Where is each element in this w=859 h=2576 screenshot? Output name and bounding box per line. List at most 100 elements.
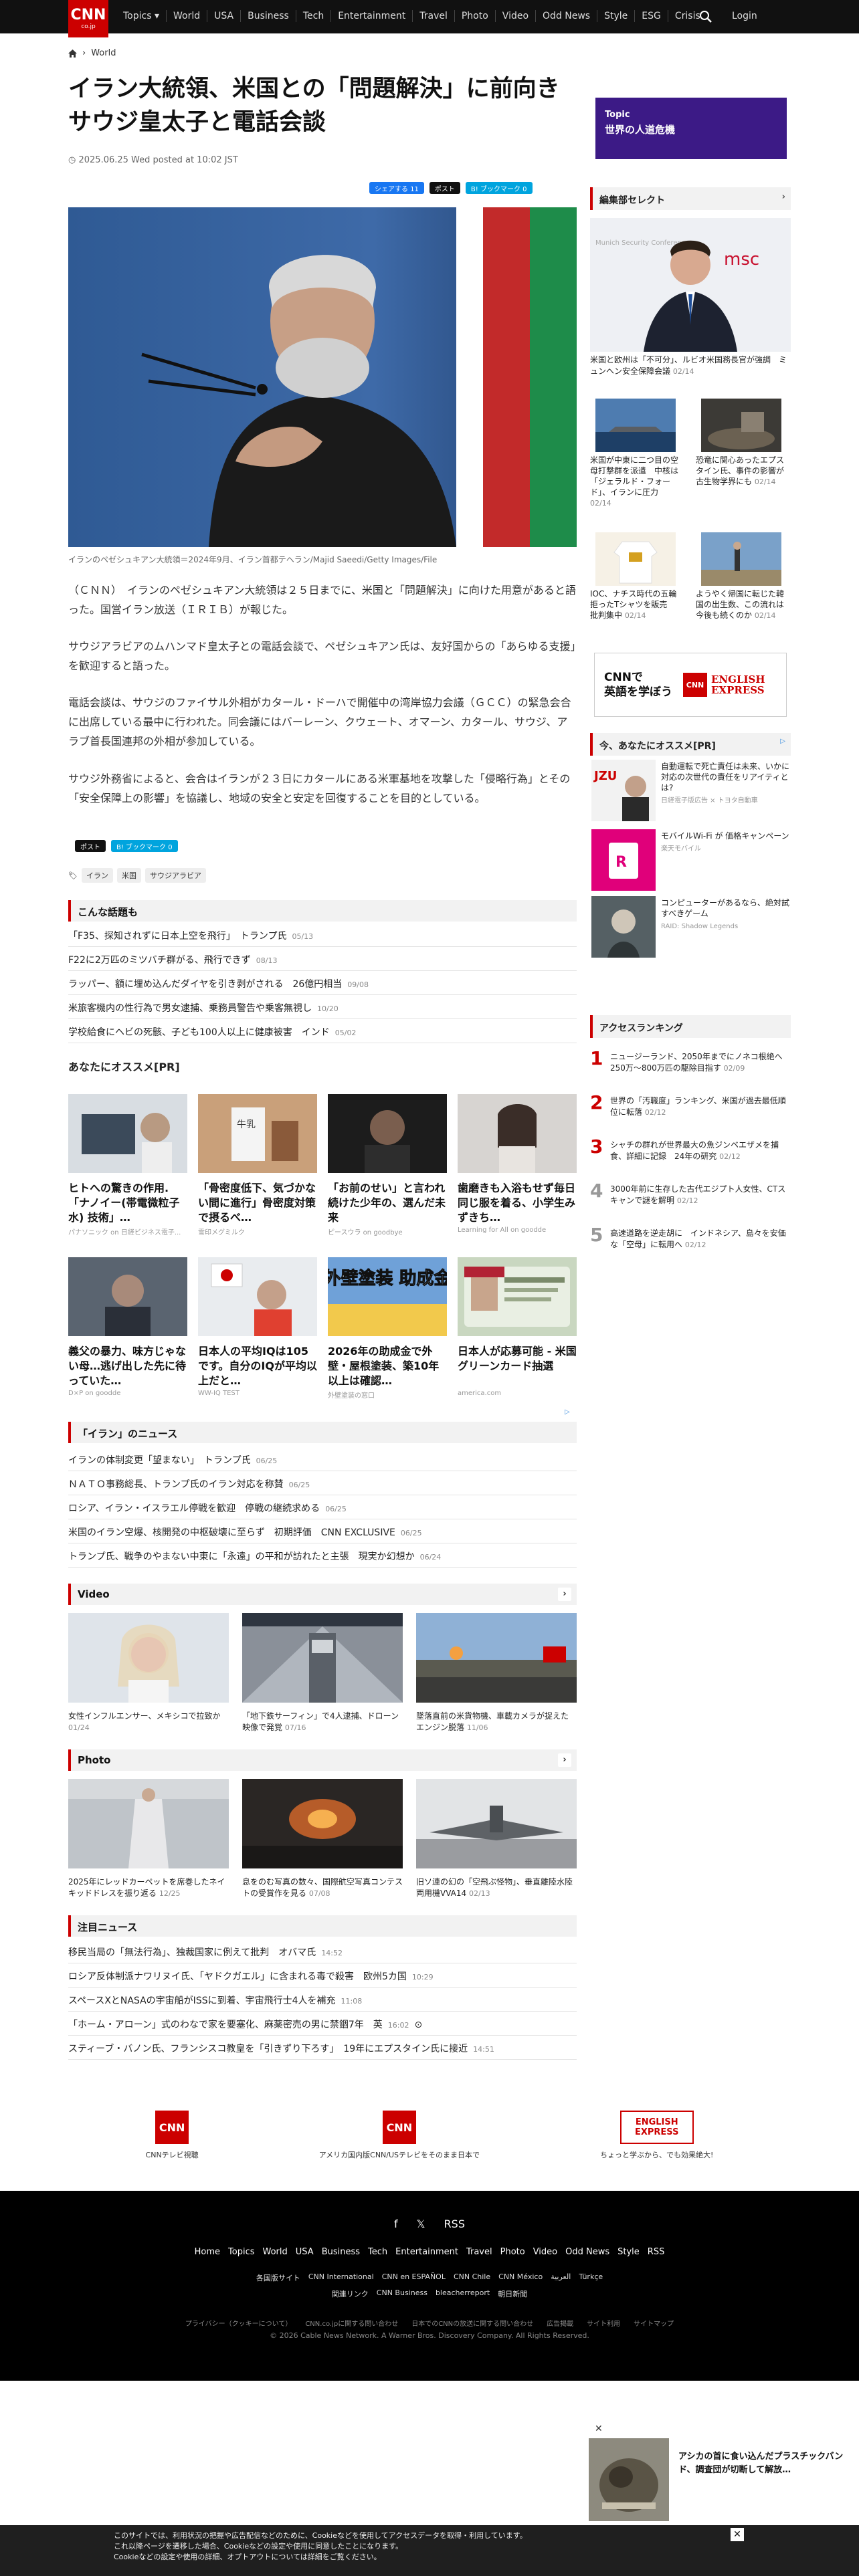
footer-link[interactable]: Entertainment [395, 2247, 458, 2257]
pr-card[interactable]: ヒトへの驚きの作用.「ナノイー(帯電微粒子水) 技術」… パナソニック on 日… [68, 1094, 187, 1237]
list-item[interactable]: トランプ氏、戦争のやまない中東に「永遠」の平和が訪れたと主張 現実か幻想か 06/… [68, 1543, 577, 1568]
pr-card-title[interactable]: ヒトへの驚きの作用.「ナノイー(帯電微粒子水) 技術」… [68, 1181, 187, 1225]
tag-item[interactable]: イラン [81, 868, 113, 883]
nav-link-entertainment[interactable]: Entertainment [331, 10, 413, 22]
editor-feature-caption[interactable]: 米国と欧州は「不可分」、ルビオ米国務長官が強調 ミュンヘン安全保障会議 02/1… [590, 354, 791, 377]
footer-logo-tv[interactable]: CNN CNNテレビ視聴 [146, 2111, 199, 2160]
footer-logo-english[interactable]: ENGLISH EXPRESS ちょっと学ぶから、でも効果絶大! [600, 2111, 713, 2160]
list-item-title[interactable]: ロシア反体制派ナワリヌイ氏、「ヤドクガエル」に含まれる毒で殺害 欧州5カ国 [68, 1971, 407, 1982]
pr-card[interactable]: 日本人の平均IQは105です。自分のIQが平均以上だと… WW-IQ TEST [198, 1257, 317, 1400]
list-item-title[interactable]: 学校給食にヘビの死骸、子ども100人以上に健康被害 インド [68, 1027, 330, 1038]
footer-link[interactable]: 朝日新聞 [498, 2288, 527, 2299]
ad-choice-icon[interactable]: ▷ [780, 738, 785, 745]
footer-link[interactable]: Home [195, 2247, 220, 2257]
nav-link-oddnews[interactable]: Odd News [536, 10, 598, 22]
tag-item[interactable]: 米国 [116, 868, 141, 883]
list-item[interactable]: ロシア反体制派ナワリヌイ氏、「ヤドクガエル」に含まれる毒で殺害 欧州5カ国 10:… [68, 1963, 577, 1988]
cnn-logo[interactable]: CNN co.jp [68, 0, 108, 37]
list-item-title[interactable]: イランの体制変更「望まない」 トランプ氏 [68, 1455, 251, 1466]
list-item[interactable]: F22に2万匹のミツバチ群がる、飛行できず 08/13 [68, 947, 577, 971]
photo-card[interactable]: 2025年にレッドカーペットを席巻したネイキッドドレスを振り返る 12/25 [68, 1779, 229, 1899]
facebook-icon[interactable]: f [394, 2218, 398, 2230]
list-item[interactable]: 「F35、探知されずに日本上空を飛行」 トランプ氏 05/13 [68, 923, 577, 947]
footer-link[interactable]: Odd News [565, 2247, 609, 2257]
list-item-title[interactable]: トランプ氏、戦争のやまない中東に「永遠」の平和が訪れたと主張 現実か幻想か [68, 1551, 415, 1562]
video-card[interactable]: 墜落直前の米貨物機、車載カメラが捉えた エンジン脱落 11/06 [416, 1613, 577, 1733]
facebook-share-button[interactable]: シェアする 11 [369, 182, 424, 194]
sidebar-ad-item[interactable]: JZU 自動運転で死亡責任は未来、いかに対応の次世代の責任をリアイティとは? 日経… [591, 760, 789, 824]
list-item[interactable]: ラッパー、額に埋め込んだダイヤを引き剥がされる 26億円相当 09/08 [68, 971, 577, 995]
editor-item[interactable]: 恐竜に関心あったエプスタイン氏、事件の影響が古生物学界にも 02/14 [696, 455, 786, 488]
sidebar-ad-item[interactable]: R モバイルWi-Fi が 価格キャンペーン 楽天モバイル [591, 829, 789, 893]
pr-card-title[interactable]: 歯磨きも入浴もせず毎日同じ服を着る、小学生みずきち… [458, 1181, 577, 1225]
cookie-close-button[interactable]: ✕ [731, 2528, 744, 2541]
list-item[interactable]: 移民当局の「無法行為」、独裁国家に例えて批判 オバマ氏 14:52 [68, 1939, 577, 1963]
ranking-item[interactable]: 5 高速道路を逆走胡に インドネシア、島々を安価な「空母」に転用へ 02/12 [590, 1224, 791, 1265]
footer-link[interactable]: CNN Business [377, 2288, 427, 2299]
video-card-title[interactable]: 墜落直前の米貨物機、車載カメラが捉えた エンジン脱落 [416, 1711, 577, 1732]
x-icon[interactable]: 𝕏 [417, 2218, 425, 2230]
pr-card[interactable]: 牛乳 「骨密度低下、気づかない間に進行」骨密度対策で摂るべ… 雪印メグミルク [198, 1094, 317, 1237]
chevron-right-icon[interactable]: › [558, 1753, 571, 1767]
pr-card[interactable]: 歯磨きも入浴もせず毎日同じ服を着る、小学生みずきち… Learning for … [458, 1094, 577, 1237]
footer-link[interactable]: bleacherreport [436, 2288, 490, 2299]
footer-link[interactable]: CNN.co.jpに関する問い合わせ [305, 2318, 398, 2328]
x-post-button[interactable]: ポスト [75, 840, 106, 852]
pr-card-title[interactable]: 「お前のせい」と言われ続けた少年の、選んだ未来 [328, 1181, 447, 1225]
footer-link[interactable]: Topics [228, 2247, 254, 2257]
english-learning-banner[interactable]: CNNで 英語を学ぼう CNN ENGLISH EXPRESS [594, 653, 787, 717]
chevron-right-icon[interactable]: › [558, 1588, 571, 1601]
ranking-item[interactable]: 2 世界の「汚職度」ランキング、米国が過去最低順位に転落 02/12 [590, 1091, 791, 1133]
ad-title[interactable]: モバイルWi-Fi が 価格キャンペーン [661, 831, 789, 841]
hatena-bookmark-button[interactable]: B! ブックマーク 0 [111, 840, 178, 852]
photo-card[interactable]: 旧ソ連の幻の「空飛ぶ怪物」、垂直離陸水陸両用機VVA14 02/13 [416, 1779, 577, 1899]
ad-choice-icon[interactable]: ▷ [565, 1408, 570, 1416]
pr-card-title[interactable]: 日本人が応募可能 - 米国グリーンカード抽選 [458, 1344, 577, 1388]
pr-card[interactable]: 日本人が応募可能 - 米国グリーンカード抽選 america.com [458, 1257, 577, 1400]
list-item[interactable]: 米旅客機内の性行為で男女逮捕、乗務員警告や乗客無視し 10/20 [68, 995, 577, 1019]
footer-link[interactable]: World [263, 2247, 288, 2257]
list-item-title[interactable]: スペースXとNASAの宇宙船がISSに到着、宇宙飛行士4人を補充 [68, 1996, 336, 2006]
login-link[interactable]: Login [732, 11, 757, 21]
editor-item[interactable]: IOC、ナチス時代の五輪拒ったTシャツを販売 批判集中 02/14 [590, 588, 680, 621]
breadcrumb-current[interactable]: World [91, 48, 116, 58]
nav-link-business[interactable]: Business [241, 10, 296, 22]
footer-link[interactable]: RSS [648, 2247, 665, 2257]
footer-link[interactable]: 日本でのCNNの放送に関する問い合わせ [411, 2318, 533, 2328]
ranking-title-text[interactable]: ニュージーランド、2050年までにノネコ根絶へ 250万～800万匹の駆除目指す [610, 1052, 791, 1073]
list-item-title[interactable]: ＮＡＴＯ事務総長、トランプ氏のイラン対応を称賛 [68, 1479, 284, 1490]
list-item[interactable]: スペースXとNASAの宇宙船がISSに到着、宇宙飛行士4人を補充 11:08 [68, 1988, 577, 2012]
list-item-title[interactable]: スティーブ・バノン氏、フランシスコ教皇を「引きずり下ろす」 19年にエプスタイン… [68, 2044, 468, 2054]
footer-link[interactable]: Video [533, 2247, 557, 2257]
pr-card-title[interactable]: 2026年の助成金で外壁・屋根塗装、築10年以上は確認… [328, 1344, 447, 1388]
float-ad-title[interactable]: アシカの首に食い込んだプラスチックバンド、調査団が切断して解放… [678, 2450, 854, 2477]
pr-card-title[interactable]: 義父の暴力、味方じゃない母…逃げ出した先に待っていた… [68, 1344, 187, 1388]
list-item-title[interactable]: 米国のイラン空爆、核開発の中枢破壊に至らず 初期評価 CNN EXCLUSIVE [68, 1527, 395, 1538]
photo-card-title[interactable]: 旧ソ連の幻の「空飛ぶ怪物」、垂直離陸水陸両用機VVA14 [416, 1877, 573, 1898]
list-item-title[interactable]: 米旅客機内の性行為で男女逮捕、乗務員警告や乗客無視し [68, 1003, 312, 1014]
topic-banner[interactable]: Topic 世界の人道危機 [595, 98, 787, 159]
footer-link[interactable]: CNN International [308, 2272, 374, 2283]
footer-link[interactable]: プライバシー（クッキーについて） [185, 2318, 292, 2328]
float-ad-close-icon[interactable]: ✕ [595, 2424, 603, 2434]
list-item-title[interactable]: 「F35、探知されずに日本上空を飛行」 トランプ氏 [68, 931, 286, 942]
hatena-bookmark-button[interactable]: B! ブックマーク 0 [465, 182, 533, 194]
ad-title[interactable]: 自動運転で死亡責任は未来、いかに対応の次世代の責任をリアイティとは? [661, 762, 789, 792]
list-item-title[interactable]: 「ホーム・アローン」式のわなで家を要塞化、麻薬密売の男に禁錮7年 英 [68, 2020, 383, 2030]
nav-link-video[interactable]: Video [496, 10, 537, 22]
list-item[interactable]: ＮＡＴＯ事務総長、トランプ氏のイラン対応を称賛 06/25 [68, 1471, 577, 1495]
footer-link[interactable]: サイトマップ [634, 2318, 674, 2328]
footer-link[interactable]: サイト利用 [587, 2318, 620, 2328]
nav-link-style[interactable]: Style [597, 10, 636, 22]
list-item-title[interactable]: ロシア、イラン・イスラエル停戦を歓迎 停戦の継続求める [68, 1503, 320, 1514]
video-card-title[interactable]: 「地下鉄サーフィン」で4人逮捕、ドローン映像で発覚 [242, 1711, 399, 1732]
nav-link-topics[interactable]: Topics ▾ [116, 10, 167, 22]
nav-link-usa[interactable]: USA [207, 10, 242, 22]
ranking-title-text[interactable]: 世界の「汚職度」ランキング、米国が過去最低順位に転落 [610, 1096, 786, 1117]
footer-link[interactable]: Photo [500, 2247, 525, 2257]
footer-link[interactable]: CNN en ESPAÑOL [382, 2272, 446, 2283]
ranking-title-text[interactable]: シャチの群れが世界最大の魚ジンベエザメを捕食、詳細に記録 24年の研究 [610, 1140, 779, 1161]
video-card[interactable]: 「地下鉄サーフィン」で4人逮捕、ドローン映像で発覚 07/16 [242, 1613, 403, 1733]
list-item[interactable]: 米国のイラン空爆、核開発の中枢破壊に至らず 初期評価 CNN EXCLUSIVE… [68, 1519, 577, 1543]
footer-link[interactable]: 広告掲載 [547, 2318, 573, 2328]
